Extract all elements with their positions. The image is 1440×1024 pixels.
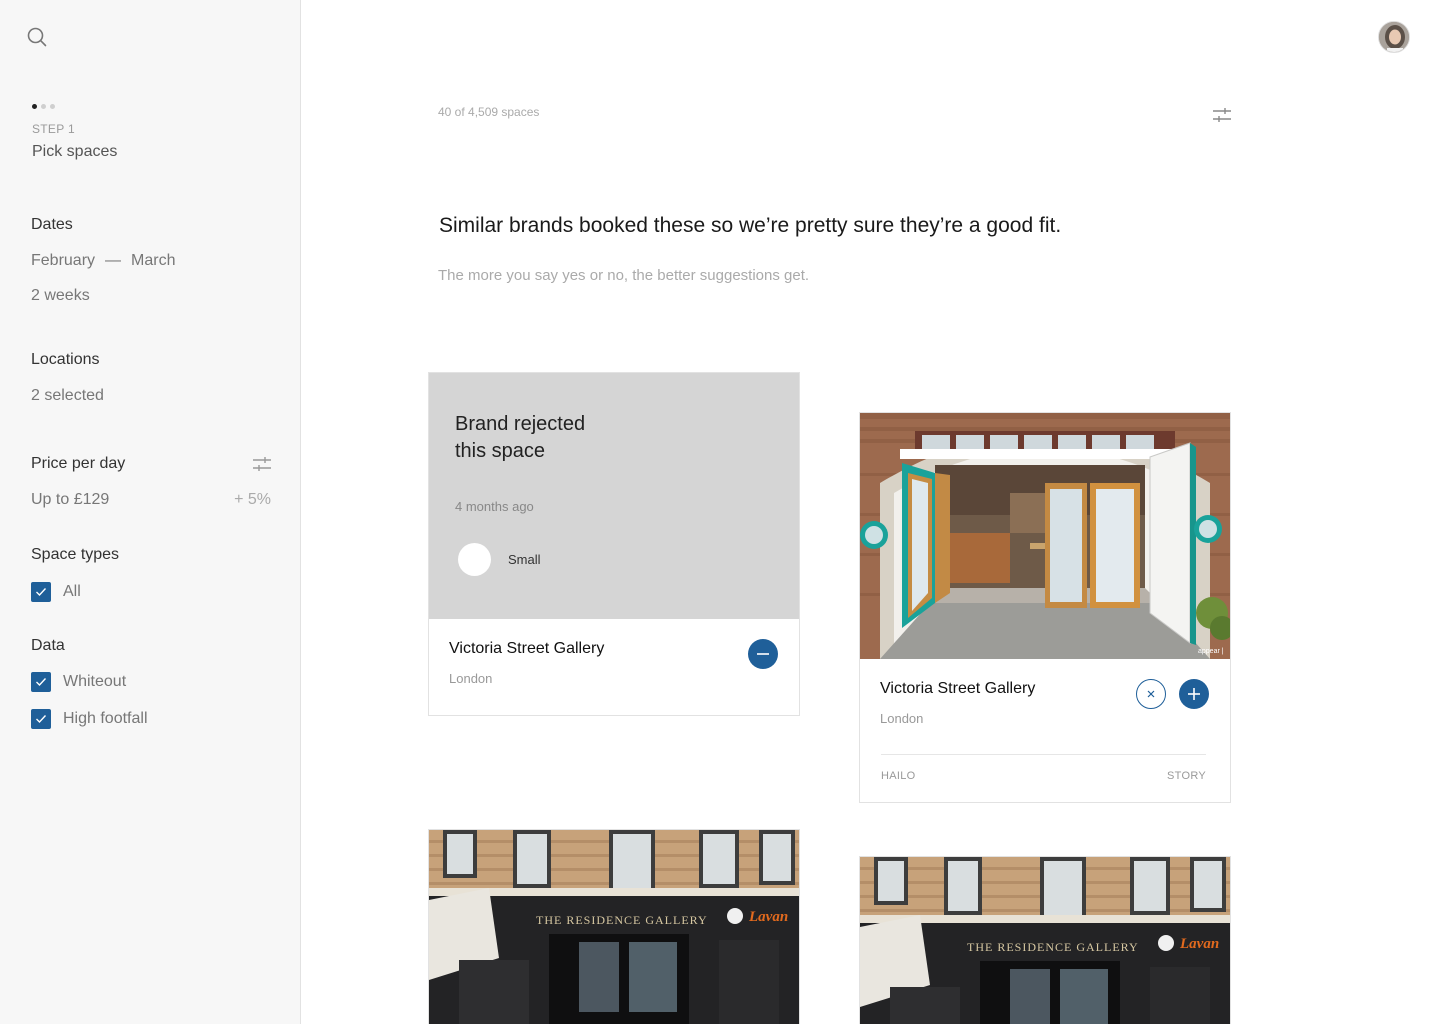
space-card[interactable]: THE RESIDENCE GALLERY Lavan [428,829,800,1024]
rejected-panel: Brand rejected this space 4 months ago S… [429,373,799,619]
checkbox-label: Whiteout [63,673,127,690]
step-progress-dots [32,104,55,109]
filter-sidebar: STEP 1 Pick spaces Dates February — March … [0,0,301,1024]
filter-sliders-icon[interactable] [1212,106,1232,124]
side-sign: Lavan [1179,936,1219,952]
shop-sign: THE RESIDENCE GALLERY [967,940,1139,954]
checkbox-label: All [63,583,81,600]
shop-sign: THE RESIDENCE GALLERY [536,913,708,927]
minus-icon [757,653,769,655]
checkmark-icon [36,715,47,724]
step-dot [50,104,55,109]
step-dot-active [32,104,37,109]
size-label: Small [508,552,541,567]
brand-tag[interactable]: STORY [1167,770,1206,782]
side-sign: Lavan [748,909,788,925]
checkbox-checked[interactable] [31,672,51,692]
plus-icon [1188,688,1200,700]
page-subline: The more you say yes or no, the better s… [438,267,810,284]
step-label: STEP 1 [32,122,75,136]
checkbox-all[interactable]: All [31,582,81,602]
close-icon [1147,690,1155,698]
date-range[interactable]: February — March [31,252,175,270]
space-photo: THE RESIDENCE GALLERY Lavan [429,830,799,1024]
add-button[interactable] [1179,679,1209,709]
date-duration[interactable]: 2 weeks [31,287,90,305]
price-sliders-icon[interactable] [252,456,272,472]
user-avatar[interactable] [1378,21,1410,53]
checkbox-checked[interactable] [31,709,51,729]
size-indicator [458,543,491,576]
space-city: London [880,711,924,726]
space-city: London [449,671,493,686]
space-card[interactable]: appear | Victoria Street Gallery London … [859,412,1231,803]
space-name[interactable]: Victoria Street Gallery [449,640,604,658]
date-to[interactable]: March [131,252,175,269]
rejected-time: 4 months ago [455,499,534,514]
locations-heading: Locations [31,351,100,368]
dates-heading: Dates [31,216,73,233]
checkmark-icon [36,678,47,687]
space-name[interactable]: Victoria Street Gallery [880,680,1035,698]
date-separator: — [105,252,122,269]
photo-watermark: appear | [1198,648,1224,655]
space-photo: THE RESIDENCE GALLERY Lavan [860,857,1230,1024]
step-dot [41,104,46,109]
checkbox-label: High footfall [63,710,148,727]
space-photo[interactable]: appear | [860,413,1230,659]
reject-button[interactable] [1136,679,1166,709]
checkbox-whiteout[interactable]: Whiteout [31,672,126,692]
date-from[interactable]: February [31,252,95,269]
locations-value[interactable]: 2 selected [31,387,104,405]
card-divider [881,754,1206,755]
price-adjustment: + 5% [234,491,271,508]
space-card-rejected[interactable]: Brand rejected this space 4 months ago S… [428,372,800,716]
space-types-heading: Space types [31,546,120,563]
checkbox-high-footfall[interactable]: High footfall [31,709,148,729]
rejected-status-line: this space [455,440,546,462]
checkbox-checked[interactable] [31,582,51,602]
remove-button[interactable] [748,639,778,669]
checkmark-icon [36,588,47,597]
results-count: 40 of 4,509 spaces [438,105,540,119]
step-title: Pick spaces [32,143,118,160]
price-heading: Price per day [31,455,126,472]
rejected-status: Brand rejected this space [455,411,655,465]
rejected-status-line: Brand rejected [455,413,586,435]
brand-tag[interactable]: HAILO [881,770,916,782]
search-icon[interactable] [26,26,48,48]
space-card[interactable]: THE RESIDENCE GALLERY Lavan [859,856,1231,1024]
page-headline: Similar brands booked these so we’re pre… [439,214,1062,237]
price-value[interactable]: Up to £129 [31,491,109,509]
data-heading: Data [31,637,65,654]
